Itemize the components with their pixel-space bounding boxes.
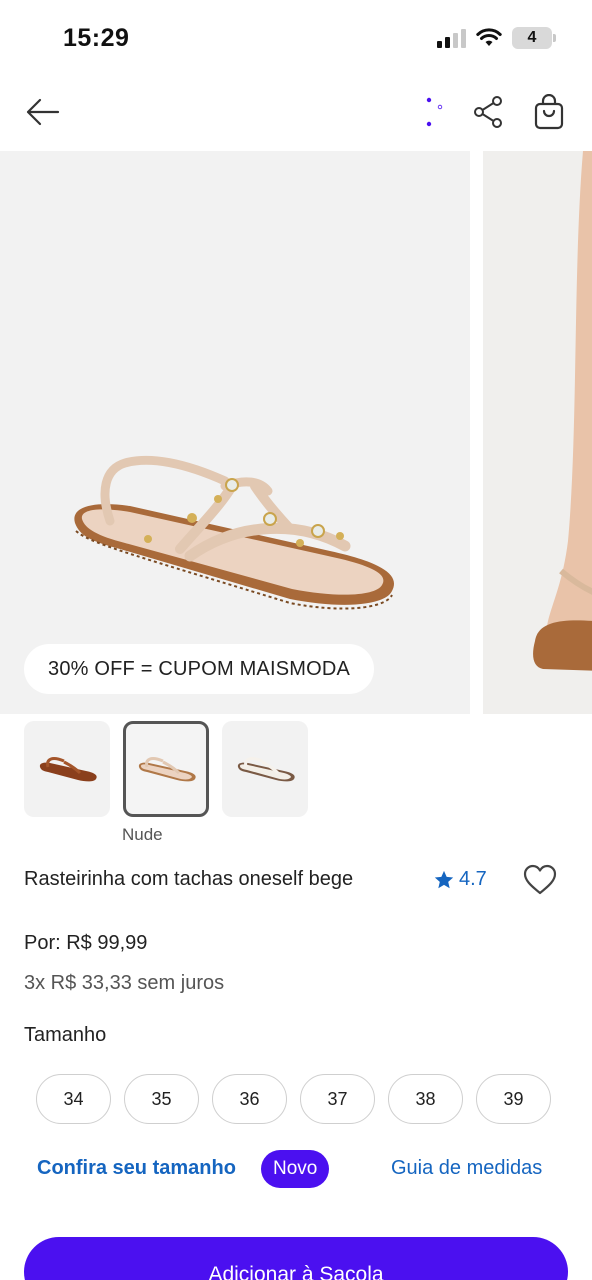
shopping-bag-icon [534, 94, 564, 130]
add-to-bag-button[interactable]: Adicionar à Sacola [24, 1237, 568, 1280]
sandal-image [74, 455, 395, 610]
installments-text: 3x R$ 33,33 sem juros [24, 972, 225, 994]
share-button[interactable] [466, 90, 510, 134]
thumbnail-nude[interactable] [123, 721, 209, 817]
heart-icon [523, 864, 557, 895]
gallery-slide-next[interactable] [483, 151, 592, 714]
size-option[interactable]: 37 [300, 1074, 375, 1124]
sandal-thumbnail-image [237, 757, 295, 782]
product-gallery[interactable]: 30% OFF = CUPOM MAISMODA [0, 151, 592, 714]
rating-value: 4.7 [459, 868, 487, 890]
loading-indicator [410, 90, 454, 134]
arrow-left-icon [26, 98, 60, 126]
star-icon [434, 870, 454, 888]
wifi-icon [476, 28, 502, 46]
status-icons: 4 [437, 27, 556, 49]
status-bar: 15:29 4 [0, 0, 592, 80]
size-heading: Tamanho [24, 1024, 107, 1046]
sandal-thumbnail-image [138, 757, 196, 782]
bag-button[interactable] [527, 90, 571, 134]
size-selector: 34 35 36 37 38 39 [36, 1074, 551, 1124]
promo-coupon-badge: 30% OFF = CUPOM MAISMODA [24, 644, 375, 694]
size-guide-link[interactable]: Guia de medidas [391, 1157, 542, 1180]
battery-icon: 4 [512, 27, 556, 49]
thumbnail-off-white[interactable] [222, 721, 308, 817]
selected-color-label: Nude [122, 825, 163, 844]
status-time: 15:29 [63, 24, 130, 52]
model-leg-image [533, 151, 592, 671]
size-option[interactable]: 39 [476, 1074, 551, 1124]
battery-level: 4 [527, 29, 537, 46]
product-price: Por: R$ 99,99 [24, 932, 148, 954]
size-option[interactable]: 36 [212, 1074, 287, 1124]
size-option[interactable]: 38 [388, 1074, 463, 1124]
product-title: Rasteirinha com tachas oneself bege [24, 868, 354, 890]
share-icon [474, 96, 502, 128]
add-to-bag-label: Adicionar à Sacola [208, 1263, 384, 1280]
size-option[interactable]: 34 [36, 1074, 111, 1124]
favorite-button[interactable] [520, 860, 560, 900]
check-size-link[interactable]: Confira seu tamanho [37, 1157, 236, 1180]
back-button[interactable] [20, 90, 64, 134]
top-nav [0, 80, 592, 144]
product-rating[interactable]: 4.7 [433, 868, 487, 891]
size-option[interactable]: 35 [124, 1074, 199, 1124]
sandal-thumbnail-image [39, 757, 97, 782]
thumbnail-caramelo[interactable] [24, 721, 110, 817]
new-badge: Novo [261, 1150, 330, 1188]
color-thumbnails [24, 721, 308, 817]
dots-loader-icon [426, 97, 443, 127]
cellular-signal-icon [437, 28, 466, 48]
gallery-slide-main[interactable]: 30% OFF = CUPOM MAISMODA [0, 151, 470, 714]
